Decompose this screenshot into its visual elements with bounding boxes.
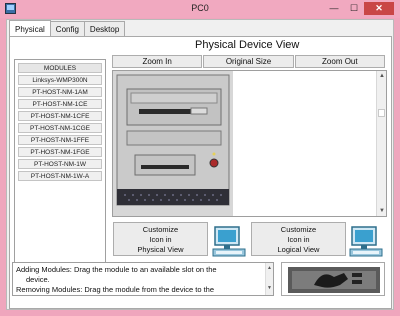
maximize-button[interactable]: ☐ xyxy=(344,2,364,15)
help-line-1: Adding Modules: Drag the module to an av… xyxy=(16,265,217,274)
customize-physical-line1: Customize xyxy=(142,225,179,234)
help-line-2: device. xyxy=(26,275,50,284)
customize-logical-button[interactable]: Customize Icon in Logical View xyxy=(251,222,346,256)
module-preview-panel xyxy=(281,262,385,296)
help-line-3: Removing Modules: Drag the module from t… xyxy=(16,285,215,294)
module-item[interactable]: PT-HOST-NM-1W xyxy=(18,159,102,169)
customize-logical-line3: Logical View xyxy=(277,245,320,254)
help-text-box: Adding Modules: Drag the module to an av… xyxy=(12,262,274,296)
module-item[interactable]: PT-HOST-NM-1CGE xyxy=(18,123,102,133)
tab-strip: Physical Config Desktop xyxy=(9,20,126,37)
minimize-button[interactable]: — xyxy=(324,2,344,15)
module-item[interactable]: PT-HOST-NM-1CE xyxy=(18,99,102,109)
pc-tower-image[interactable] xyxy=(113,71,233,217)
module-item[interactable]: Linksys-WMP300N xyxy=(18,75,102,85)
customize-logical-line1: Customize xyxy=(280,225,317,234)
scroll-thumb[interactable] xyxy=(378,109,385,117)
original-size-button[interactable]: Original Size xyxy=(203,55,294,68)
pc-logical-icon xyxy=(349,226,383,257)
scroll-down-icon[interactable]: ▼ xyxy=(378,207,386,215)
scroll-up-icon[interactable]: ▲ xyxy=(378,72,386,80)
zoom-toolbar: Zoom In Original Size Zoom Out xyxy=(112,55,386,68)
module-item[interactable]: PT-HOST-NM-1AM xyxy=(18,87,102,97)
title-bar: PC0 — ☐ ✕ xyxy=(0,0,400,18)
module-preview-image xyxy=(288,267,380,293)
module-item[interactable]: PT-HOST-NM-1W-A xyxy=(18,171,102,181)
viewport-vertical-scrollbar[interactable]: ▲ ▼ xyxy=(376,71,386,216)
module-item[interactable]: PT-HOST-NM-1FGE xyxy=(18,147,102,157)
pc-physical-icon xyxy=(212,226,246,257)
modules-list: MODULES Linksys-WMP300N PT-HOST-NM-1AM P… xyxy=(14,59,106,275)
module-item[interactable]: PT-HOST-NM-1CFE xyxy=(18,111,102,121)
customize-physical-button[interactable]: Customize Icon in Physical View xyxy=(113,222,208,256)
customize-logical-line2: Icon in xyxy=(287,235,310,244)
modules-header: MODULES xyxy=(18,63,102,73)
module-item[interactable]: PT-HOST-NM-1FFE xyxy=(18,135,102,145)
close-button[interactable]: ✕ xyxy=(364,2,394,15)
zoom-out-button[interactable]: Zoom Out xyxy=(294,55,385,68)
tab-physical[interactable]: Physical xyxy=(9,20,51,37)
zoom-in-button[interactable]: Zoom In xyxy=(112,55,203,68)
tab-config[interactable]: Config xyxy=(49,21,85,36)
physical-view-title: Physical Device View xyxy=(195,39,300,51)
device-viewport: ▲ ▼ xyxy=(112,70,387,217)
tab-desktop[interactable]: Desktop xyxy=(83,21,126,36)
customize-physical-line2: Icon in xyxy=(149,235,172,244)
customize-physical-line3: Physical View xyxy=(137,245,184,254)
device-window: PC0 — ☐ ✕ Physical Config Desktop MODULE… xyxy=(0,0,400,316)
help-scrollbar[interactable]: ▲ ▼ xyxy=(265,263,273,295)
